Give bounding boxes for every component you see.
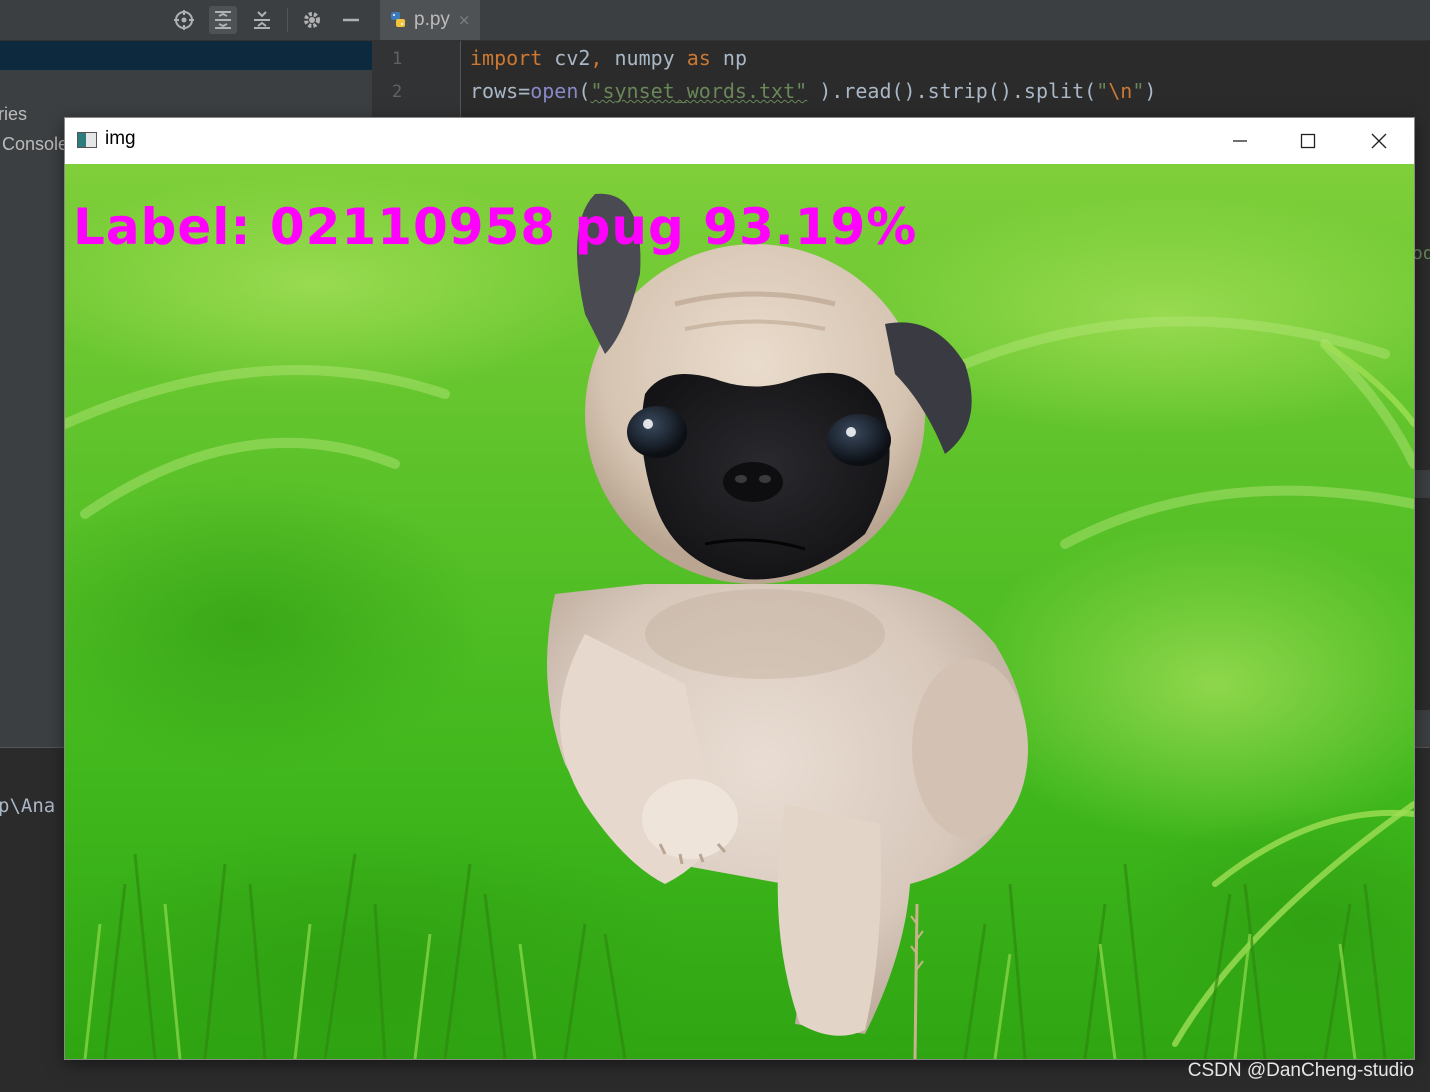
tab-p-py[interactable]: p.py ×: [380, 0, 480, 40]
pug-photo: Label: 02110958 pug 93.19%: [65, 164, 1414, 1059]
close-icon[interactable]: ×: [458, 11, 471, 29]
code-line-2[interactable]: rows=open("synset_words.txt" ).read().st…: [470, 79, 1156, 103]
code-token: as: [686, 46, 711, 70]
code-line-1[interactable]: import cv2, numpy as np: [470, 46, 747, 70]
toolbar-separator: [287, 8, 288, 32]
tree-item-console[interactable]: Console: [2, 134, 68, 155]
code-token: =: [518, 79, 531, 103]
code-token: rows: [470, 79, 519, 103]
maximize-icon[interactable]: [1273, 118, 1343, 163]
prediction-label: Label: 02110958 pug 93.19%: [73, 198, 918, 256]
pug-image: [65, 164, 1414, 1059]
line-number: 2: [392, 82, 403, 102]
tree-item-partial[interactable]: ries: [0, 104, 27, 125]
editor-tab-bar: p.py ×: [372, 0, 1430, 41]
line-number: 1: [392, 49, 403, 69]
code-token: np: [710, 46, 747, 70]
code-token: \n: [1108, 79, 1133, 103]
code-token: cv2: [542, 46, 591, 70]
code-token: "synset_words.txt": [590, 79, 808, 103]
code-token: ,: [590, 46, 603, 70]
code-token: numpy: [602, 46, 687, 70]
code-token: ": [1096, 79, 1109, 103]
csdn-watermark: CSDN @DanCheng-studio: [1187, 1060, 1414, 1081]
code-token: ): [1144, 79, 1157, 103]
code-token: import: [470, 46, 543, 70]
tab-label: p.py: [414, 9, 450, 30]
scrollbar-marker: [1415, 470, 1430, 498]
window-titlebar[interactable]: img: [65, 118, 1414, 163]
gear-icon[interactable]: [298, 6, 326, 34]
code-token: ": [1132, 79, 1145, 103]
console-path-text: p\Ana: [0, 795, 56, 817]
code-token: open: [530, 79, 579, 103]
tree-selected-row[interactable]: [0, 41, 372, 70]
code-token: ).read().strip().split(: [819, 79, 1097, 103]
window-title: img: [105, 128, 136, 149]
close-icon[interactable]: [1344, 118, 1414, 163]
minimize-icon[interactable]: [337, 6, 365, 34]
code-token: (: [578, 79, 591, 103]
python-file-icon: [391, 12, 405, 27]
tool-window-toolbar: [0, 0, 372, 41]
img-window[interactable]: img Label: 02110958 pug 93.19%: [65, 118, 1414, 1059]
minimize-icon[interactable]: [1205, 118, 1275, 163]
locate-icon[interactable]: [170, 6, 198, 34]
code-fragment: od: [1412, 243, 1430, 264]
collapse-all-icon[interactable]: [248, 6, 276, 34]
app-icon: [77, 132, 97, 148]
expand-all-icon[interactable]: [209, 6, 237, 34]
